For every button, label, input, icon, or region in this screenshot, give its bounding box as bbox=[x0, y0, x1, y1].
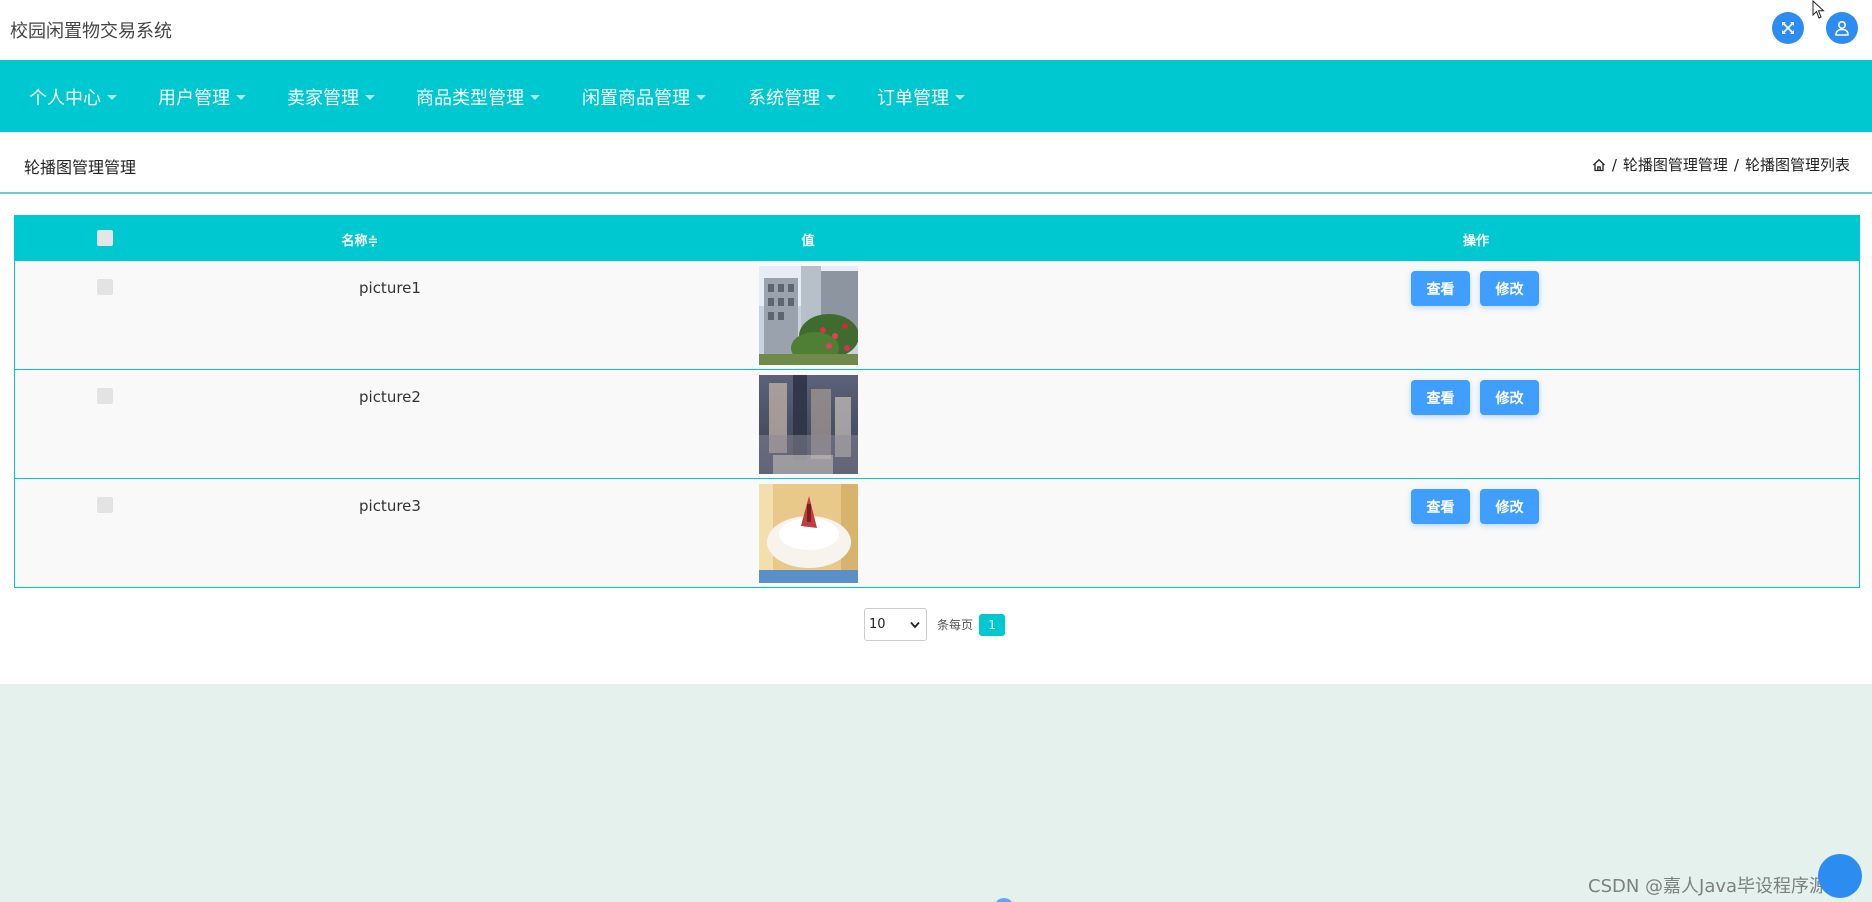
content-panel: 轮播图管理管理 / 轮播图管理管理 / 轮播图管理列表 名称≑ 值 操作 pic… bbox=[0, 132, 1872, 684]
caret-down-icon bbox=[696, 94, 706, 100]
breadcrumb-separator: / bbox=[1611, 155, 1617, 174]
row-name: picture1 bbox=[359, 279, 421, 297]
page-size-select[interactable]: 10 bbox=[864, 608, 927, 641]
fullscreen-button[interactable] bbox=[1772, 12, 1804, 44]
table-header: 名称≑ 值 操作 bbox=[15, 216, 1859, 260]
breadcrumb-separator: / bbox=[1733, 155, 1739, 174]
row-checkbox[interactable] bbox=[97, 497, 113, 513]
pagination: 10 条每页 1 bbox=[864, 608, 1006, 641]
caret-down-icon bbox=[107, 94, 117, 100]
building-photo-image bbox=[759, 266, 858, 365]
breadcrumb-item: 轮播图管理列表 bbox=[1744, 156, 1850, 174]
table-row: picture3 查看 修改 bbox=[15, 478, 1859, 587]
table-row: picture2 查看 修改 bbox=[15, 369, 1859, 478]
nav-item-seller-management[interactable]: 卖家管理 bbox=[287, 84, 375, 110]
nav-item-order-management[interactable]: 订单管理 bbox=[877, 84, 965, 110]
caret-down-icon bbox=[530, 94, 540, 100]
row-checkbox[interactable] bbox=[97, 279, 113, 295]
main-nav: 个人中心 用户管理 卖家管理 商品类型管理 闲置商品管理 系统管理 订单管理 bbox=[0, 60, 1872, 132]
floating-action-button[interactable] bbox=[1818, 854, 1862, 898]
user-icon bbox=[1835, 20, 1849, 36]
cake-photo bbox=[759, 484, 858, 583]
view-button[interactable]: 查看 bbox=[1411, 380, 1470, 415]
blurred-bottles-photo bbox=[759, 375, 858, 474]
nav-item-label: 订单管理 bbox=[877, 88, 949, 109]
page-title: 轮播图管理管理 bbox=[24, 158, 137, 177]
user-menu-button[interactable] bbox=[1826, 12, 1858, 44]
row-name: picture2 bbox=[359, 388, 421, 406]
watermark-text: CSDN @嘉人Java毕设程序源码 bbox=[1588, 876, 1846, 897]
breadcrumb: / 轮播图管理管理 / 轮播图管理列表 bbox=[1592, 154, 1850, 175]
view-button[interactable]: 查看 bbox=[1411, 489, 1470, 524]
nav-item-system-management[interactable]: 系统管理 bbox=[748, 84, 836, 110]
sort-icon[interactable]: ≑ bbox=[368, 234, 379, 249]
nav-item-label: 用户管理 bbox=[158, 88, 230, 109]
caret-down-icon bbox=[236, 94, 246, 100]
nav-item-personal-center[interactable]: 个人中心 bbox=[29, 84, 117, 110]
cake-photo-image bbox=[759, 484, 858, 583]
row-checkbox[interactable] bbox=[97, 388, 113, 404]
page-number-button[interactable]: 1 bbox=[979, 613, 1006, 636]
column-header-actions: 操作 bbox=[1462, 234, 1490, 249]
column-header-value: 值 bbox=[801, 234, 815, 249]
select-all-checkbox[interactable] bbox=[97, 230, 113, 246]
nav-item-label: 闲置商品管理 bbox=[582, 88, 690, 109]
building-photo bbox=[759, 266, 858, 365]
view-button[interactable]: 查看 bbox=[1411, 271, 1470, 306]
nav-item-label: 个人中心 bbox=[29, 88, 101, 109]
caret-down-icon bbox=[365, 94, 375, 100]
table-row: picture1 查看 修改 bbox=[15, 260, 1859, 369]
column-header-label: 名称 bbox=[341, 234, 368, 249]
edit-button[interactable]: 修改 bbox=[1480, 489, 1539, 524]
top-bar: 校园闲置物交易系统 bbox=[0, 0, 1872, 60]
home-icon[interactable] bbox=[1592, 158, 1606, 172]
nav-item-label: 系统管理 bbox=[748, 88, 820, 109]
expand-arrows-icon bbox=[1782, 22, 1794, 34]
per-page-label: 条每页 bbox=[937, 618, 974, 632]
caret-down-icon bbox=[955, 94, 965, 100]
carousel-table: 名称≑ 值 操作 picture1 查看 修改 picture2 查看 修改 p… bbox=[14, 215, 1860, 588]
blurred-bottles-photo-image bbox=[759, 375, 858, 474]
nav-item-goods-management[interactable]: 闲置商品管理 bbox=[582, 84, 706, 110]
column-header-name[interactable]: 名称≑ bbox=[342, 230, 379, 249]
caret-down-icon bbox=[826, 94, 836, 100]
nav-item-label: 卖家管理 bbox=[287, 88, 359, 109]
edit-button[interactable]: 修改 bbox=[1480, 271, 1539, 306]
edit-button[interactable]: 修改 bbox=[1480, 380, 1539, 415]
page-header: 轮播图管理管理 / 轮播图管理管理 / 轮播图管理列表 bbox=[0, 132, 1872, 194]
chevron-down-icon bbox=[910, 621, 920, 628]
page-size-value: 10 bbox=[869, 617, 886, 632]
mouse-cursor-icon bbox=[1812, 0, 1825, 19]
nav-item-label: 商品类型管理 bbox=[416, 88, 524, 109]
nav-item-category-management[interactable]: 商品类型管理 bbox=[416, 84, 540, 110]
breadcrumb-item[interactable]: 轮播图管理管理 bbox=[1623, 154, 1728, 175]
app-title: 校园闲置物交易系统 bbox=[10, 21, 172, 42]
nav-item-user-management[interactable]: 用户管理 bbox=[158, 84, 246, 110]
partial-floating-button[interactable] bbox=[994, 898, 1014, 902]
row-name: picture3 bbox=[359, 497, 421, 515]
